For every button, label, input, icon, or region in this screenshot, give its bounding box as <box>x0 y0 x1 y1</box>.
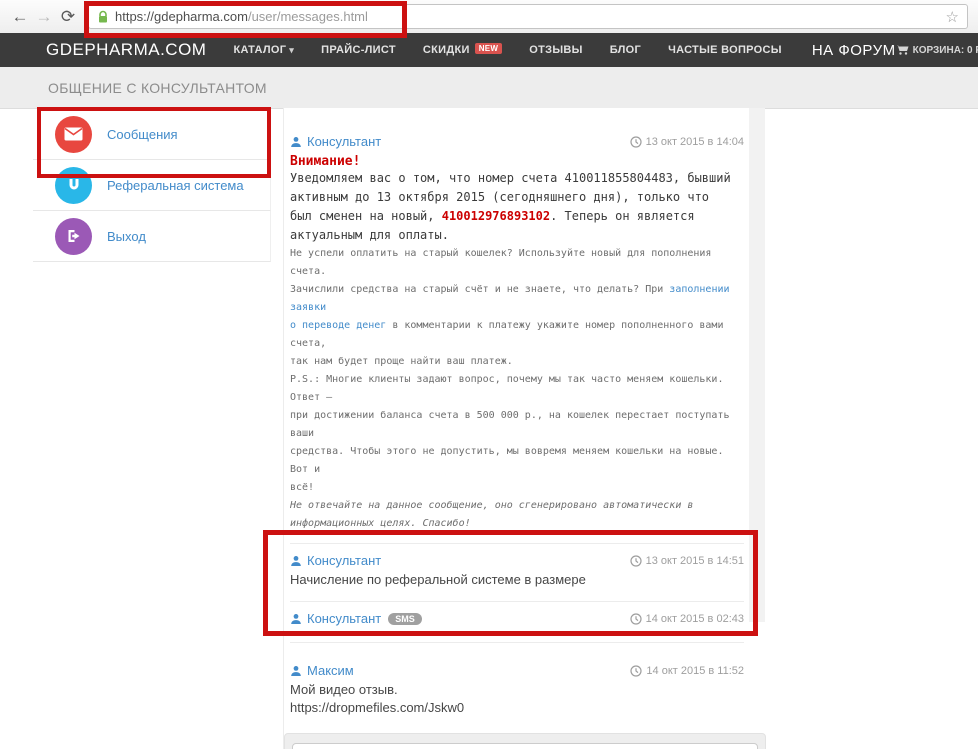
message-body-main: Уведомляем вас о том, что номер счета 41… <box>290 169 744 245</box>
site-logo[interactable]: GDEPHARMA.COM <box>46 40 206 60</box>
messages-panel: Консультант 13 окт 2015 в 14:04 Внимание… <box>283 108 765 749</box>
clock-icon <box>630 555 642 567</box>
message-header: Максим 14 окт 2015 в 11:52 <box>290 663 744 678</box>
nav-item-discounts-label: СКИДКИ <box>423 44 470 56</box>
envelope-icon <box>55 116 92 153</box>
sidebar-item-logout[interactable]: Выход <box>33 211 271 262</box>
scrollbar[interactable] <box>749 108 765 622</box>
page-header: ОБЩЕНИЕ С КОНСУЛЬТАНТОМ <box>0 67 978 109</box>
message-body-details: Не успели оплатить на старый кошелек? Ис… <box>290 245 744 533</box>
sms-badge: SMS <box>388 613 422 625</box>
message-body-line1: Мой видео отзыв. <box>290 681 744 699</box>
message-time-text: 14 окт 2015 в 02:43 <box>646 613 744 625</box>
warning-label: Внимание! <box>290 154 744 169</box>
message-body: Мой видео отзыв. https://dropmefiles.com… <box>290 681 744 717</box>
cart-label: КОРЗИНА: 0 Р. (0) <box>913 45 978 56</box>
nav-item-blog[interactable]: БЛОГ <box>610 44 641 56</box>
message-timestamp: 14 окт 2015 в 11:52 <box>630 665 744 677</box>
user-icon <box>290 136 302 148</box>
sidebar: Сообщения Реферальная система Выход <box>33 109 271 262</box>
cart-icon <box>896 44 909 56</box>
message-body: Начисление по реферальной системе в разм… <box>290 571 744 589</box>
message-consultant-1: Консультант 13 окт 2015 в 14:04 Внимание… <box>290 108 744 543</box>
chevron-down-icon: ▾ <box>289 45 294 55</box>
message-timestamp: 14 окт 2015 в 02:43 <box>630 613 744 625</box>
message-maxim: Максим 14 окт 2015 в 11:52 Мой видео отз… <box>290 643 744 733</box>
user-icon <box>290 613 302 625</box>
page-title: ОБЩЕНИЕ С КОНСУЛЬТАНТОМ <box>48 80 267 96</box>
message-time-text: 14 окт 2015 в 11:52 <box>646 665 744 677</box>
clock-icon <box>630 613 642 625</box>
message-author-link[interactable]: Максим <box>307 663 354 678</box>
message-header: Консультант SMS 14 окт 2015 в 02:43 <box>290 611 744 626</box>
logout-icon <box>55 218 92 255</box>
address-bar[interactable]: https://gdepharma.com/user/messages.html… <box>88 4 968 29</box>
details-p2: Не успели оплатить на старый кошелек? Ис… <box>290 248 711 277</box>
nav-item-catalog[interactable]: КАТАЛОГ▾ <box>233 44 294 56</box>
bookmark-star-icon[interactable]: ☆ <box>946 8 959 26</box>
cart-button[interactable]: КОРЗИНА: 0 Р. (0) <box>896 44 978 56</box>
message-author-link[interactable]: Консультант <box>307 611 381 626</box>
nav-item-catalog-label: КАТАЛОГ <box>233 44 286 56</box>
message-author-link[interactable]: Консультант <box>307 553 381 568</box>
composer: ↩ Отправить Enter — отправка сообщения S… <box>284 733 766 749</box>
message-author-link[interactable]: Консультант <box>307 134 381 149</box>
sidebar-item-referral-label: Реферальная система <box>107 178 244 193</box>
url-path: /user/messages.html <box>248 9 368 24</box>
clock-icon <box>630 136 642 148</box>
message-timestamp: 13 окт 2015 в 14:51 <box>630 555 744 567</box>
sidebar-item-messages[interactable]: Сообщения <box>33 109 271 160</box>
new-account-number: 410012976893102 <box>442 209 550 223</box>
reload-icon[interactable]: ⟳ <box>56 8 80 25</box>
nav-item-discounts[interactable]: СКИДКИ NEW <box>423 44 502 56</box>
browser-window: ← → ⟳ https://gdepharma.com/user/message… <box>0 0 978 749</box>
nav-item-reviews[interactable]: ОТЗЫВЫ <box>529 44 582 56</box>
sidebar-item-messages-label: Сообщения <box>107 127 178 142</box>
video-review-url: https://dropmefiles.com/Jskw0 <box>290 699 744 717</box>
nav-item-faq[interactable]: ЧАСТЫЕ ВОПРОСЫ <box>668 44 782 56</box>
message-input[interactable] <box>292 743 758 749</box>
nav-item-forum[interactable]: НА ФОРУМ <box>812 42 896 59</box>
message-header: Консультант 13 окт 2015 в 14:51 <box>290 553 744 568</box>
sidebar-item-logout-label: Выход <box>107 229 146 244</box>
message-consultant-2: Консультант 13 окт 2015 в 14:51 Начислен… <box>290 544 744 601</box>
new-badge: NEW <box>475 43 503 54</box>
message-time-text: 13 окт 2015 в 14:51 <box>646 555 744 567</box>
magnet-icon <box>55 167 92 204</box>
message-time-text: 13 окт 2015 в 14:04 <box>646 136 744 148</box>
clock-icon <box>630 665 642 677</box>
sidebar-item-referral[interactable]: Реферальная система <box>33 160 271 211</box>
message-header: Консультант 13 окт 2015 в 14:04 <box>290 134 744 149</box>
forward-icon[interactable]: → <box>32 8 56 25</box>
message-timestamp: 13 окт 2015 в 14:04 <box>630 136 744 148</box>
auto-generated-note: Не отвечайте на данное сообщение, оно сг… <box>290 500 693 529</box>
details-p4: P.S.: Многие клиенты задают вопрос, поче… <box>290 374 730 493</box>
browser-toolbar: ← → ⟳ https://gdepharma.com/user/message… <box>0 0 978 34</box>
secure-lock-icon <box>97 10 109 24</box>
site-navbar: GDEPHARMA.COM КАТАЛОГ▾ ПРАЙС-ЛИСТ СКИДКИ… <box>0 33 978 67</box>
message-consultant-sms: Консультант SMS 14 окт 2015 в 02:43 <box>290 602 744 642</box>
url-domain: https://gdepharma.com <box>115 9 248 24</box>
user-icon <box>290 665 302 677</box>
nav-item-pricelist[interactable]: ПРАЙС-ЛИСТ <box>321 44 396 56</box>
details-p3-pre: Зачислили средства на старый счёт и не з… <box>290 284 669 295</box>
url-text: https://gdepharma.com/user/messages.html <box>115 9 368 24</box>
user-icon <box>290 555 302 567</box>
back-icon[interactable]: ← <box>8 8 32 25</box>
message-list: Консультант 13 окт 2015 в 14:04 Внимание… <box>284 108 750 733</box>
